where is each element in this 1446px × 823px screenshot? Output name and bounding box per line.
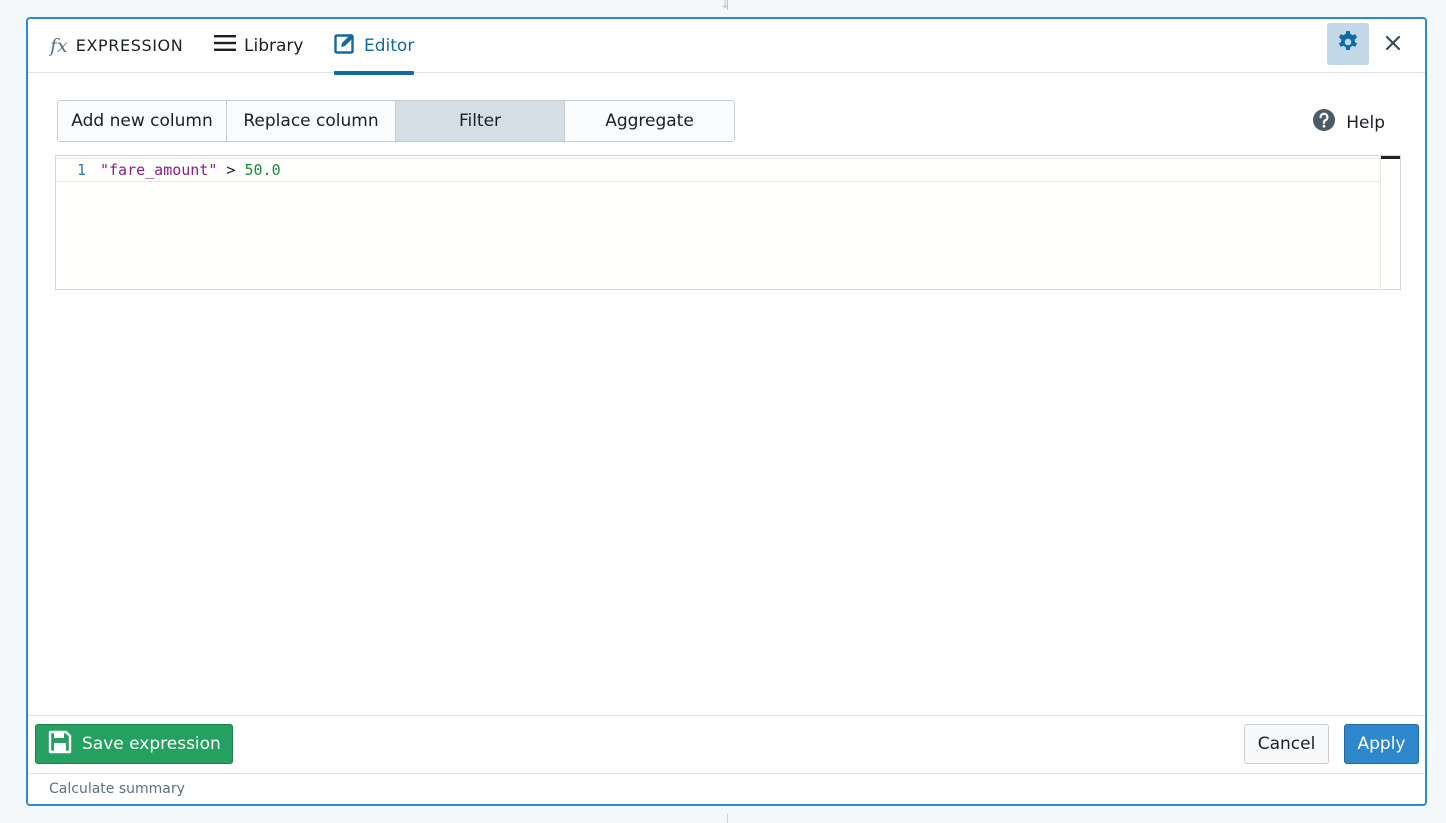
code-editor[interactable]: 1 "fare_amount" > 50.0	[55, 155, 1401, 290]
tab-expression[interactable]: fx EXPRESSION	[50, 19, 183, 72]
code-token-operator: >	[217, 161, 245, 179]
arrow-down-icon: ↓	[720, 0, 731, 11]
code-line[interactable]: 1 "fare_amount" > 50.0	[56, 158, 1380, 182]
help-icon	[1312, 108, 1336, 137]
cancel-button[interactable]: Cancel	[1244, 724, 1329, 764]
save-expression-button[interactable]: Save expression	[35, 724, 233, 764]
tab-library-label: Library	[244, 35, 304, 56]
floppy-disk-icon	[48, 730, 72, 759]
flow-connector-bottom	[727, 814, 728, 823]
tab-editor[interactable]: Editor	[334, 19, 415, 75]
menu-icon	[214, 34, 236, 57]
code-content: "fare_amount" > 50.0	[100, 161, 281, 179]
expression-panel: fx EXPRESSION Library Editor Add new col…	[26, 17, 1427, 806]
mode-add-new-column-button[interactable]: Add new column	[58, 101, 227, 141]
close-icon	[1385, 35, 1401, 55]
mode-replace-column-button[interactable]: Replace column	[227, 101, 396, 141]
tab-editor-label: Editor	[364, 35, 415, 56]
save-expression-label: Save expression	[82, 734, 221, 754]
calculate-summary-link[interactable]: Calculate summary	[49, 781, 185, 797]
function-icon: fx	[50, 34, 68, 57]
settings-button[interactable]	[1327, 23, 1369, 65]
apply-button[interactable]: Apply	[1344, 724, 1419, 764]
close-button[interactable]	[1379, 31, 1407, 59]
expression-mode-selector: Add new column Replace column Filter Agg…	[57, 100, 735, 142]
gear-icon	[1336, 30, 1360, 58]
editor-scrollbar[interactable]	[1380, 156, 1400, 289]
tab-library[interactable]: Library	[214, 19, 303, 72]
edit-icon	[334, 32, 356, 59]
tab-expression-label: EXPRESSION	[75, 36, 184, 55]
help-button[interactable]: Help	[1312, 108, 1385, 137]
code-token-string: "fare_amount"	[100, 161, 218, 179]
mode-aggregate-button[interactable]: Aggregate	[565, 101, 734, 141]
code-token-number: 50.0	[244, 161, 281, 179]
line-number: 1	[76, 161, 86, 179]
mode-filter-button[interactable]: Filter	[396, 101, 565, 141]
help-label: Help	[1346, 112, 1385, 133]
panel-footer: Save expression Cancel Apply	[28, 715, 1425, 774]
panel-header: fx EXPRESSION Library Editor	[28, 19, 1425, 75]
